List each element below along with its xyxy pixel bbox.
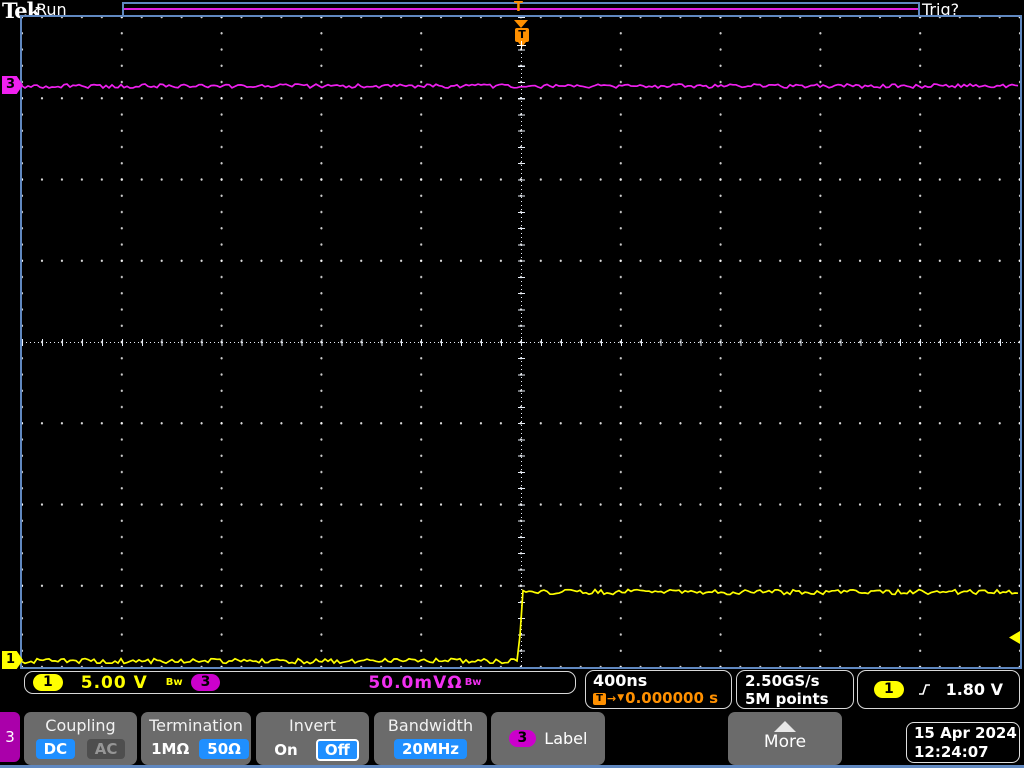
termination-1mohm-button[interactable]: 1MΩ [143, 739, 197, 759]
channel3-scale-readout: 50.0mVΩ [368, 672, 463, 693]
trigger-readout-box: 1 1.80 V [857, 670, 1020, 709]
oscilloscope-screen: Tek Run Trig? T T 3 1 1 5.00 V Bw 3 50.0… [0, 0, 1024, 768]
coupling-panel: Coupling DC AC [24, 712, 137, 765]
label-panel[interactable]: 3 Label [491, 712, 605, 765]
trigger-flag-icon[interactable]: T [515, 28, 529, 47]
arrow-right-icon: → [607, 692, 617, 705]
trace-layer [22, 82, 1019, 665]
coupling-dc-button[interactable]: DC [35, 739, 76, 759]
invert-panel: Invert On Off [256, 712, 369, 765]
bandwidth-title: Bandwidth [387, 716, 474, 735]
delay-value: 0.000000 s [625, 689, 719, 707]
expansion-point-icon [517, 41, 526, 50]
termination-50ohm-button[interactable]: 50Ω [199, 739, 249, 759]
rising-edge-slope-icon [919, 684, 931, 695]
record-view: T [122, 1, 920, 15]
record-length-readout: 5M points [745, 690, 829, 708]
termination-panel: Termination 1MΩ 50Ω [141, 712, 251, 765]
channel3-bandwidth-limit-icon: Bw [464, 677, 482, 688]
invert-on-button[interactable]: On [266, 740, 305, 760]
bandwidth-panel: Bandwidth 20MHz [374, 712, 487, 765]
channel1-badge: 1 [33, 674, 63, 691]
graticule: T [20, 15, 1022, 669]
coupling-title: Coupling [45, 716, 116, 735]
record-trigger-position-icon[interactable]: T [514, 1, 523, 14]
channel1-scale-readout: 5.00 V [80, 672, 148, 693]
horizontal-readout-box: 400ns T → ▼ 0.000000 s [585, 670, 732, 709]
label-title: Label [544, 729, 588, 748]
graticule-grid: T [22, 17, 1020, 667]
trigger-source-badge: 1 [874, 681, 904, 698]
coupling-ac-button[interactable]: AC [86, 739, 126, 759]
termination-title: Termination [149, 716, 243, 735]
channel1-bandwidth-limit-icon: Bw [165, 677, 183, 688]
more-title: More [763, 732, 807, 752]
channel3-menu-tab[interactable]: 3 [0, 712, 20, 762]
trigger-t-icon: T [593, 692, 606, 705]
trigger-position-arrow-icon[interactable] [514, 20, 528, 28]
label-channel3-badge: 3 [508, 730, 537, 747]
bandwidth-20mhz-button[interactable]: 20MHz [393, 739, 468, 759]
delay-marker-icon: ▼ [617, 693, 625, 703]
timebase-readout: 400ns [593, 671, 648, 690]
more-panel[interactable]: More [728, 712, 842, 765]
sample-rate-readout: 2.50GS/s [745, 672, 820, 690]
invert-title: Invert [288, 716, 337, 735]
channel3-badge: 3 [190, 674, 221, 691]
time-readout: 12:24:07 [914, 743, 989, 761]
trigger-level-readout: 1.80 V [945, 680, 1003, 699]
invert-off-button[interactable]: Off [315, 739, 359, 761]
acquisition-readout-box: 2.50GS/s 5M points [736, 670, 854, 709]
delay-readout-row: T → ▼ 0.000000 s [593, 690, 724, 707]
channel-readout-box: 1 5.00 V Bw 3 50.0mVΩ Bw [24, 671, 576, 694]
more-up-triangle-icon [774, 721, 796, 732]
date-readout: 15 Apr 2024 [914, 724, 1017, 742]
datetime-box: 15 Apr 2024 12:24:07 [906, 722, 1020, 763]
